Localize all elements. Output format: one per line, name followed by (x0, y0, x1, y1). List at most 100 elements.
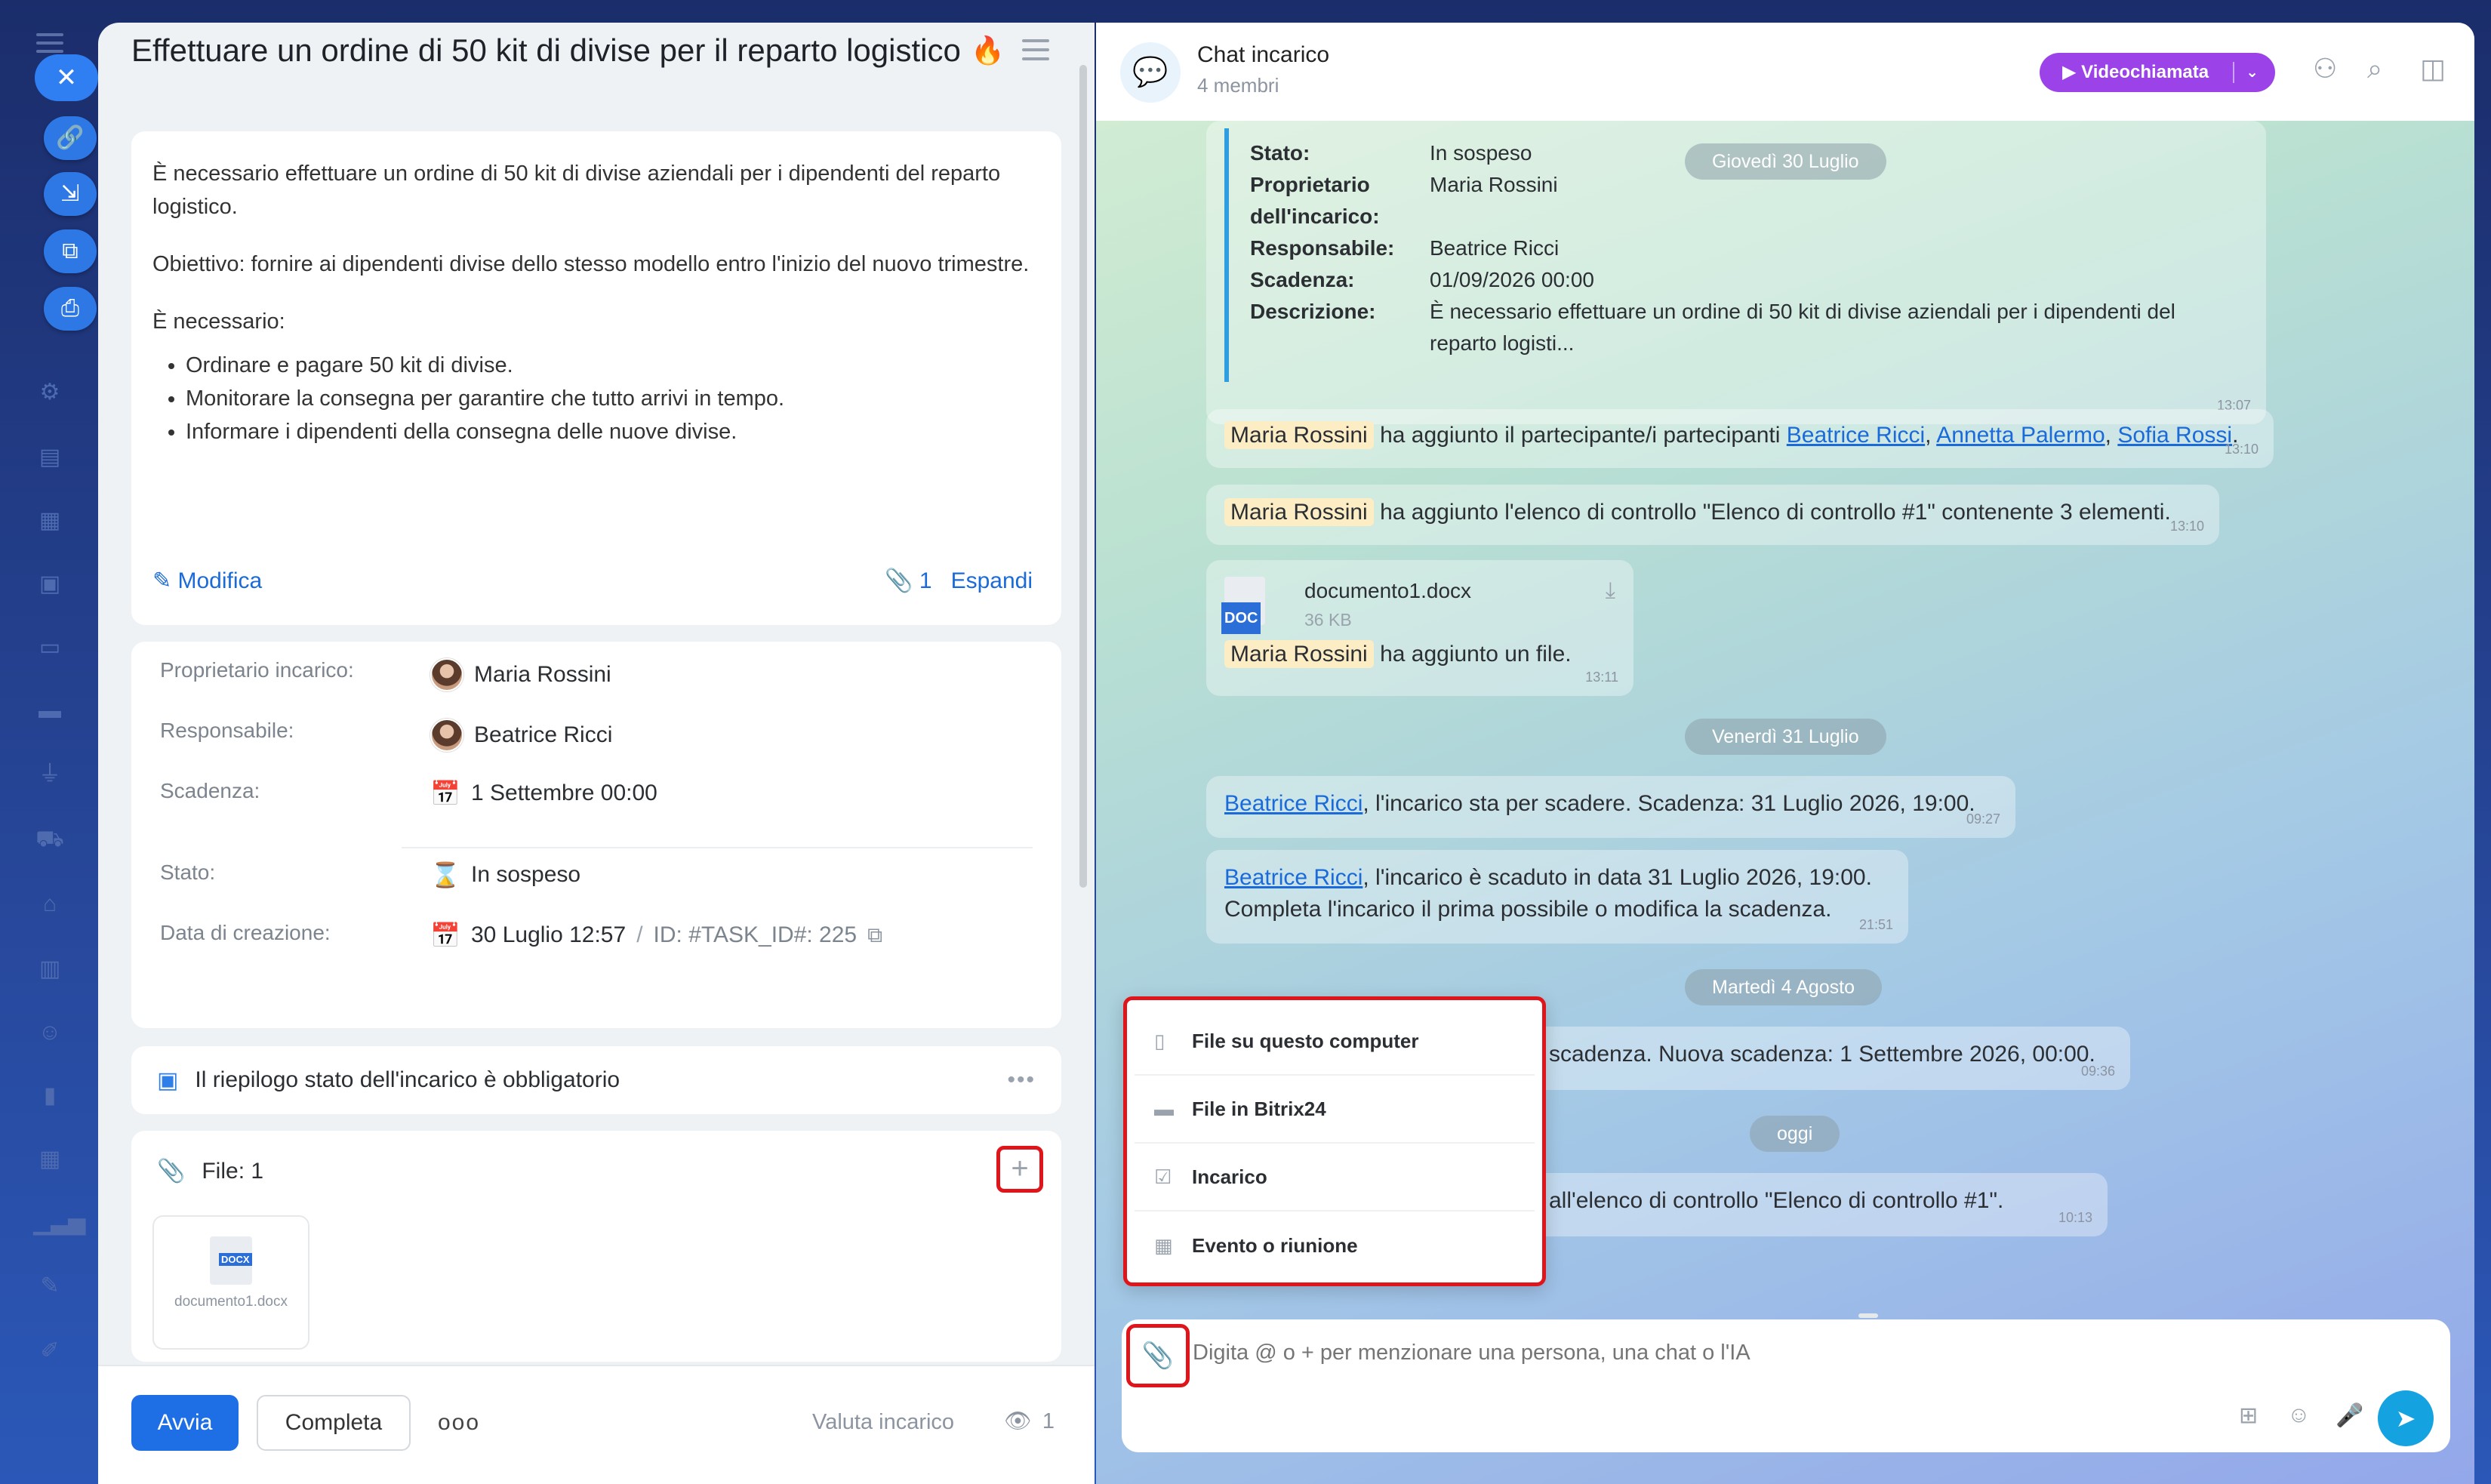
planner-icon[interactable]: ▦ (33, 1143, 66, 1176)
chat-members[interactable]: 4 membri (1197, 74, 1279, 97)
more-icon[interactable]: ooo (438, 1410, 480, 1436)
more-icon[interactable]: ••• (1007, 1067, 1036, 1093)
description-list: Ordinare e pagare 50 kit di divise. Moni… (186, 349, 1040, 448)
list-item: Informare i dipendenti della consegna de… (186, 415, 1040, 448)
hourglass-icon: ⌛ (430, 861, 460, 888)
store-icon[interactable]: ⌂ (33, 888, 66, 921)
video-call-button[interactable]: ▶ Videochiamata ⌄ (2040, 53, 2275, 92)
description-paragraph: Obiettivo: fornire ai dipendenti divise … (152, 252, 1030, 276)
menu-item-task[interactable]: ☑ Incarico (1135, 1144, 1535, 1212)
calendar-icon[interactable]: ▦ (33, 504, 66, 537)
description-paragraph: È necessario effettuare un ordine di 50 … (152, 162, 1001, 219)
attach-menu: ▯ File su questo computer ▬ File in Bitrix… (1123, 996, 1546, 1286)
complete-button[interactable]: Completa (257, 1395, 411, 1451)
file-thumbnail[interactable]: DOCX documento1.docx (152, 1215, 309, 1350)
microphone-icon[interactable]: 🎤 (2336, 1402, 2363, 1429)
menu-item-file-computer[interactable]: ▯ File su questo computer (1135, 1008, 1535, 1076)
separator: / (636, 922, 643, 947)
download-icon[interactable]: ⇲ (44, 172, 97, 216)
system-message: Beatrice Ricci, l'incarico sta per scade… (1206, 776, 2015, 838)
description-paragraph: È necessario: (152, 309, 285, 334)
chat-header: 💬 Chat incarico 4 membri ▶ Videochiamata… (1096, 23, 2474, 121)
files-card: 📎 File: 1 + DOCX documento1.docx (131, 1131, 1061, 1362)
emoji-icon[interactable]: ☺ (2287, 1402, 2311, 1428)
date-divider: oggi (1750, 1116, 1840, 1152)
pen-icon[interactable]: ✐ (33, 1335, 66, 1368)
message-composer: 📎 ⊞ ☺ 🎤 ➤ (1122, 1319, 2450, 1452)
files-header: 📎 File: 1 (157, 1158, 264, 1184)
responsible-row: Responsabile: Beatrice Ricci (160, 702, 1033, 762)
document-icon[interactable]: ▤ (33, 441, 66, 474)
search-icon[interactable]: ⌕ (2367, 53, 2382, 85)
expand-link[interactable]: Espandi (951, 568, 1033, 593)
analytics-icon[interactable]: ▁▃▅ (33, 1206, 85, 1239)
start-button[interactable]: Avvia (131, 1395, 239, 1451)
drive-icon[interactable]: ▬ (33, 694, 66, 728)
chevron-down-icon[interactable]: ⌄ (2246, 53, 2259, 92)
paperclip-icon: 📎 (1141, 1341, 1175, 1370)
print-icon[interactable]: ⎙ (44, 287, 97, 331)
pencil-icon: ✎ (152, 568, 172, 593)
task-footer: Avvia Completa ooo Valuta incarico 👁 1 (98, 1365, 1095, 1484)
chat-list-icon[interactable]: ▥ (33, 953, 66, 986)
chat-panel: 💬 Chat incarico 4 membri ▶ Videochiamata… (1096, 23, 2474, 1484)
file-icon: ▯ (1154, 1029, 1165, 1052)
description-card: È necessario effettuare un ordine di 50 … (131, 131, 1061, 625)
fire-icon[interactable]: 🔥 (971, 35, 1005, 66)
sign-icon[interactable]: ✎ (33, 1270, 66, 1303)
send-button[interactable]: ➤ (2378, 1390, 2434, 1446)
paperclip-icon: 📎 (885, 568, 913, 593)
attach-button[interactable]: 📎 (1126, 1324, 1190, 1387)
sidebar-toggle-icon[interactable]: ◫ (2420, 53, 2446, 85)
menu-item-file-bitrix24[interactable]: ▬ File in Bitrix24 (1135, 1076, 1535, 1144)
camera-icon: ▶ (2062, 62, 2077, 82)
file-icon[interactable]: ▭ (33, 631, 66, 664)
docx-icon: DOCX (210, 1236, 252, 1285)
copy-icon[interactable]: ⧉ (867, 923, 882, 948)
date-divider: Venerdì 31 Luglio (1685, 719, 1886, 755)
open-external-icon[interactable]: ⧉ (44, 229, 97, 273)
menu-item-event[interactable]: ▦ Evento o riunione (1135, 1212, 1535, 1279)
avatar (430, 658, 463, 691)
system-message: Maria Rossini ha aggiunto il partecipant… (1206, 409, 2274, 468)
list-item: Monitorare la consegna per garantire che… (186, 382, 1040, 415)
add-user-icon[interactable]: ⚇ (2313, 53, 2337, 85)
apps-grid-icon[interactable]: ⊞ (2239, 1402, 2258, 1429)
owner-value[interactable]: Maria Rossini (430, 658, 611, 691)
edit-link[interactable]: ✎ Modifica (152, 565, 262, 598)
menu-icon[interactable] (1022, 39, 1049, 66)
description-footer: ✎ Modifica 📎 1 Espandi (152, 565, 1033, 598)
task-id: ID: #TASK_ID#: 225 (653, 922, 858, 947)
drive-icon: ▬ (1154, 1097, 1174, 1120)
message-input[interactable] (1193, 1341, 2325, 1365)
deadline-row: Scadenza: 📅 1 Settembre 00:00 (160, 779, 657, 808)
status-summary-card[interactable]: ▣ Il riepilogo stato dell'incarico è obb… (131, 1046, 1061, 1114)
robot-icon[interactable]: ☺ (33, 1016, 66, 1049)
cart-icon[interactable]: ⛟ (33, 823, 66, 856)
date-divider: Giovedì 30 Luglio (1685, 143, 1886, 180)
status-value: ⌛ In sospeso (430, 861, 581, 888)
books-icon[interactable]: ▮ (33, 1079, 66, 1113)
download-icon[interactable]: ⤓ (1606, 575, 1615, 607)
close-icon[interactable]: ✕ (35, 54, 98, 101)
created-value: 📅 30 Luglio 12:57/ID: #TASK_ID#: 225 ⧉ (430, 922, 883, 949)
deadline-value[interactable]: 📅 1 Settembre 00:00 (430, 779, 657, 808)
list-item: Ordinare e pagare 50 kit di divise. (186, 349, 1040, 382)
add-file-button[interactable]: + (996, 1146, 1043, 1193)
chat-title[interactable]: Chat incarico (1197, 42, 1329, 68)
resize-handle[interactable] (1858, 1313, 1878, 1318)
scrollbar[interactable] (1079, 65, 1087, 888)
doc-file-icon[interactable]: DOC (1221, 577, 1265, 634)
summary-icon: ▣ (157, 1067, 179, 1093)
link-icon[interactable]: 🔗 (44, 116, 97, 160)
board-icon[interactable]: ▣ (33, 568, 66, 601)
filter-icon[interactable]: ⏚ (33, 758, 66, 791)
task-panel: Effettuare un ordine di 50 kit di divise… (98, 23, 1095, 1484)
rate-task-link[interactable]: Valuta incarico (812, 1410, 954, 1435)
calendar-icon: 📅 (430, 780, 460, 807)
menu-icon[interactable] (36, 33, 63, 53)
gear-icon[interactable]: ⚙ (33, 376, 66, 409)
attachments-expand[interactable]: 📎 1 Espandi (885, 565, 1033, 598)
responsible-value[interactable]: Beatrice Ricci (430, 719, 612, 752)
calendar-icon: ▦ (1154, 1233, 1173, 1257)
